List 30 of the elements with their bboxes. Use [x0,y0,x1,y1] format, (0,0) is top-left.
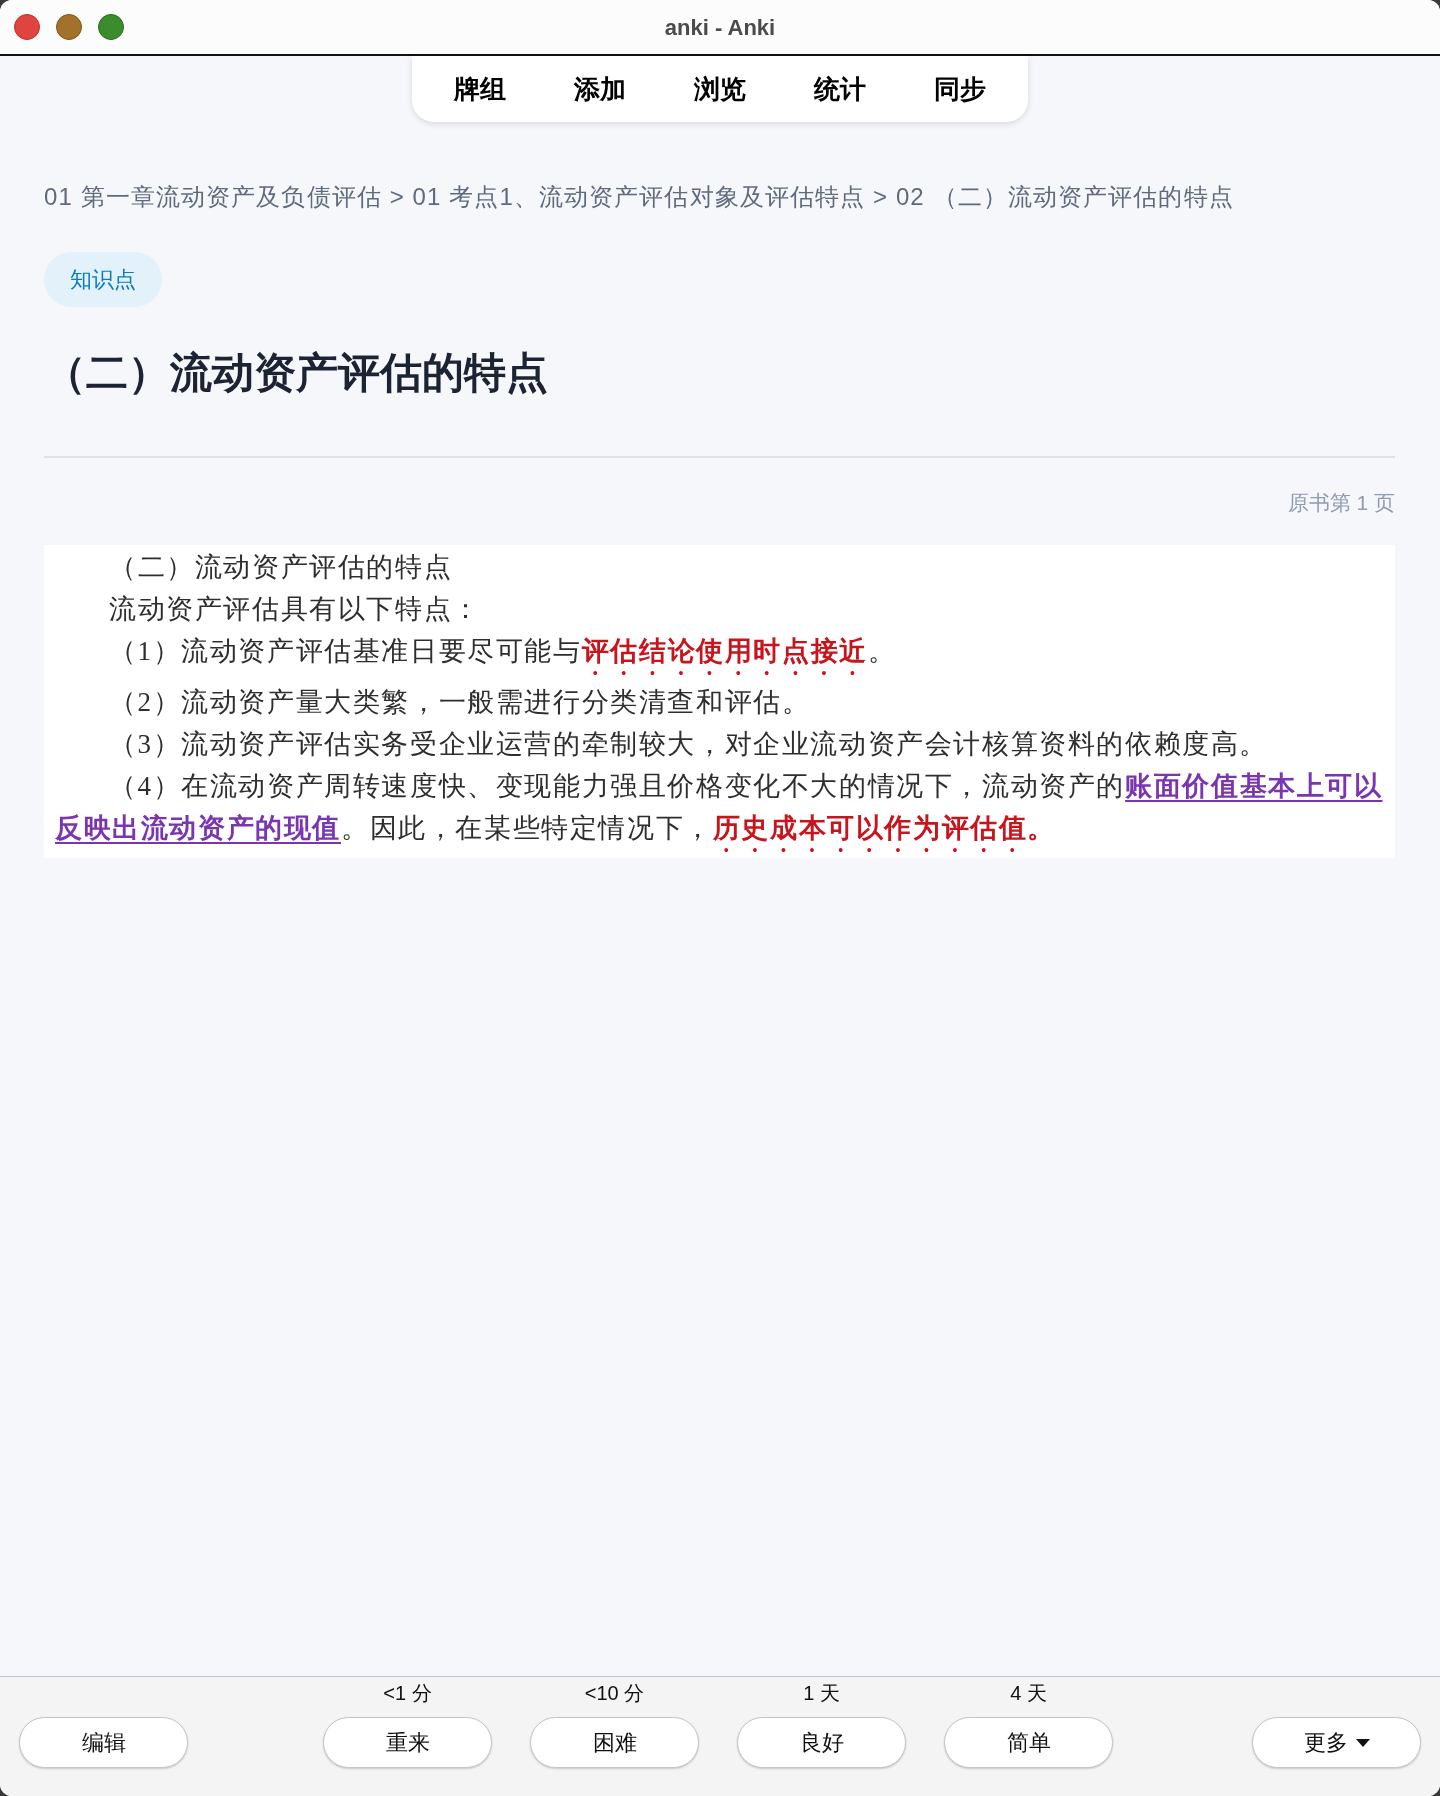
more-button[interactable]: 更多 [1252,1717,1421,1768]
interval-label: 1 天 [803,1681,840,1706]
interval-label: 4 天 [1010,1681,1047,1706]
page-reference-text: 原书第 1 页 [1287,490,1395,516]
document-paragraph: （4）在流动资产周转速度快、变现能力强且价格变化不大的情况下，流动资产的账面价值基本上可以反映出流动资产的现值。因此，在某些特定情况下，历史成本可以作为评估值。 [55,770,1384,845]
answer-button[interactable]: 良好 [737,1717,906,1768]
interval-label: <1 分 [383,1681,432,1706]
document-paragraph: 流动资产评估具有以下特点： [108,593,482,626]
toolbar-link[interactable]: 牌组 [420,69,540,109]
caret-icon [1355,1738,1370,1747]
document-paragraph: （3）流动资产评估实务受企业运营的牵制较大，对企业流动资产会计核算资料的依赖度高。 [108,728,1270,761]
maximize-window-button[interactable] [98,14,124,40]
toolbar-link[interactable]: 添加 [540,69,660,109]
toolbar-link[interactable]: 统计 [780,69,900,109]
edit-button[interactable]: 编辑 [19,1717,188,1768]
breadcrumb-text: 01 第一章流动资产及负债评估 > 01 考点1、流动资产评估对象及评估特点 > 02 （二）流动资产评估的特点 [44,182,1235,212]
document-paragraph: （2）流动资产量大类繁，一般需进行分类清查和评估。 [108,686,812,719]
answer-button[interactable]: 困难 [530,1717,699,1768]
answer-button[interactable]: 重来 [323,1717,492,1768]
minimize-window-button[interactable] [56,14,82,40]
answer-button[interactable]: 简单 [944,1717,1113,1768]
toolbar-link[interactable]: 同步 [900,69,1020,109]
window-title: anki - Anki [664,13,776,42]
tag-chip: 知识点 [44,252,162,307]
document-paragraph: （二）流动资产评估的特点 [108,551,454,584]
document-paragraph: （1）流动资产评估基准日要尽可能与评估结论使用时点接近。 [108,635,898,668]
card-heading: （二）流动资产评估的特点 [44,349,549,397]
toolbar-link[interactable]: 浏览 [660,69,780,109]
close-window-button[interactable] [14,14,40,40]
interval-label: <10 分 [584,1681,645,1706]
